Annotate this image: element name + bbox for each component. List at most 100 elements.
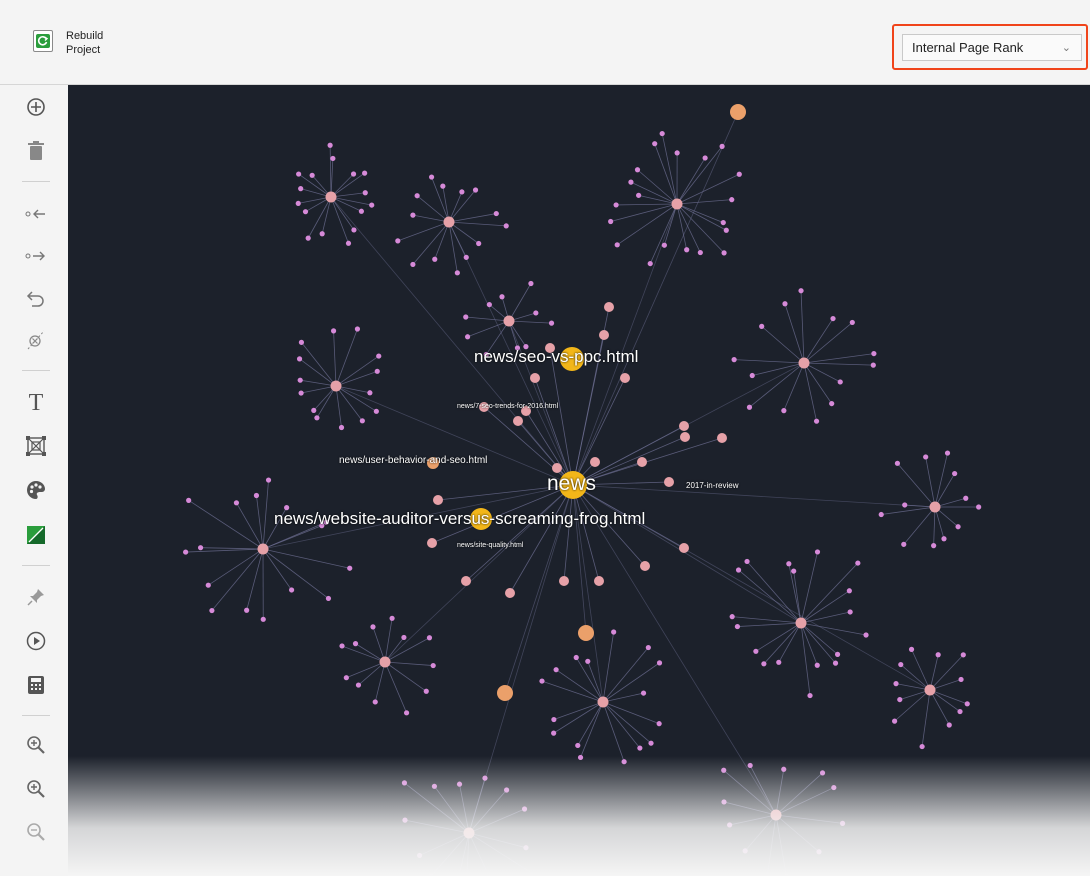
leaf-node[interactable] [749, 372, 755, 379]
leaf-node[interactable] [295, 200, 301, 207]
leaf-node[interactable] [376, 353, 382, 359]
leaf-node[interactable] [476, 240, 482, 247]
leaf-node[interactable] [839, 820, 846, 826]
leaf-node[interactable] [330, 328, 337, 334]
node-label-website-auditor[interactable]: news/website-auditor-versus-screaming-fr… [274, 509, 645, 529]
leaf-node[interactable] [613, 202, 619, 208]
leaf-node[interactable] [721, 799, 727, 805]
page-node[interactable] [594, 576, 604, 586]
leaf-node[interactable] [819, 770, 826, 776]
leaf-node[interactable] [523, 845, 529, 851]
page-node-orange[interactable] [497, 685, 513, 701]
leaf-node[interactable] [830, 315, 836, 322]
leaf-node[interactable] [401, 780, 408, 786]
leaf-node[interactable] [410, 212, 416, 218]
zoom-out-icon[interactable] [22, 818, 50, 846]
page-node[interactable] [680, 432, 690, 442]
leaf-node[interactable] [482, 775, 488, 781]
leaf-node[interactable] [946, 722, 952, 728]
leaf-node[interactable] [608, 218, 614, 225]
play-icon[interactable] [22, 627, 50, 655]
leaf-node[interactable] [697, 249, 703, 256]
leaf-node[interactable] [533, 310, 539, 316]
leaf-node[interactable] [351, 227, 357, 233]
leaf-node[interactable] [957, 708, 963, 715]
leaf-node[interactable] [296, 171, 302, 177]
page-node[interactable] [513, 416, 523, 426]
leaf-node[interactable] [355, 682, 362, 688]
leaf-node[interactable] [892, 718, 898, 724]
leaf-node[interactable] [786, 561, 792, 567]
undo-icon[interactable] [22, 284, 50, 312]
hub-node[interactable] [330, 380, 342, 392]
leaf-node[interactable] [548, 320, 555, 326]
leaf-node[interactable] [846, 588, 852, 594]
leaf-node[interactable] [296, 356, 303, 362]
hub-node[interactable] [257, 543, 269, 555]
leaf-node[interactable] [463, 314, 469, 320]
leaf-node[interactable] [893, 681, 899, 687]
leaf-node[interactable] [416, 852, 423, 859]
page-node[interactable] [604, 302, 614, 312]
leaf-node[interactable] [325, 595, 332, 602]
leaf-node[interactable] [923, 454, 929, 460]
leaf-node[interactable] [456, 781, 463, 787]
page-node[interactable] [599, 330, 609, 340]
leaf-node[interactable] [343, 675, 349, 681]
leaf-node[interactable] [791, 568, 797, 574]
leaf-node[interactable] [464, 334, 471, 340]
leaf-node[interactable] [656, 721, 662, 727]
leaf-node[interactable] [426, 635, 433, 641]
leaf-node[interactable] [731, 357, 737, 363]
leaf-node[interactable] [656, 660, 663, 666]
leaf-node[interactable] [870, 362, 876, 368]
leaf-node[interactable] [863, 632, 869, 638]
leaf-node[interactable] [645, 644, 651, 651]
leaf-node[interactable] [781, 766, 787, 772]
leaf-node[interactable] [761, 661, 767, 667]
leaf-node[interactable] [894, 460, 901, 466]
hub-node[interactable] [924, 684, 936, 696]
leaf-node[interactable] [813, 418, 820, 424]
leaf-node[interactable] [720, 219, 726, 226]
leaf-node[interactable] [814, 662, 820, 668]
hub-node[interactable] [798, 357, 810, 369]
leaf-node[interactable] [634, 167, 641, 173]
leaf-node[interactable] [952, 470, 958, 477]
page-node[interactable] [433, 495, 443, 505]
hub-node[interactable] [597, 696, 609, 708]
page-node-orange[interactable] [730, 104, 746, 120]
leaf-node[interactable] [849, 319, 855, 326]
leaf-node[interactable] [871, 350, 877, 357]
leaf-node[interactable] [297, 377, 303, 383]
leaf-node[interactable] [305, 235, 311, 241]
site-structure-graph[interactable]: news/seo-vs-ppc.html news/7-seo-trends-f… [68, 85, 1090, 876]
leaf-node[interactable] [798, 288, 804, 294]
leaf-node[interactable] [373, 408, 379, 414]
leaf-node[interactable] [897, 696, 903, 703]
leaf-node[interactable] [955, 524, 961, 530]
leaf-node[interactable] [302, 209, 309, 215]
leaf-node[interactable] [503, 223, 509, 229]
leaf-node[interactable] [744, 558, 750, 565]
leaf-node[interactable] [440, 183, 446, 189]
leaf-node[interactable] [528, 280, 534, 287]
leaf-node[interactable] [197, 545, 204, 551]
leaf-node[interactable] [553, 667, 559, 673]
leaf-node[interactable] [410, 261, 416, 268]
leaf-node[interactable] [330, 155, 336, 162]
leaf-node[interactable] [747, 762, 753, 769]
rebuild-project-button[interactable]: Rebuild Project [33, 30, 103, 57]
leaf-node[interactable] [362, 170, 368, 176]
trash-icon[interactable] [22, 137, 50, 165]
leaf-node[interactable] [551, 716, 557, 723]
leaf-node[interactable] [735, 567, 742, 573]
page-node[interactable] [559, 576, 569, 586]
leaf-node[interactable] [575, 742, 581, 749]
leaf-node[interactable] [776, 659, 782, 665]
node-label-seo-trends[interactable]: news/7-seo-trends-for-2016.html [457, 403, 558, 410]
links-out-icon[interactable] [22, 242, 50, 270]
page-node[interactable] [505, 588, 515, 598]
page-node[interactable] [590, 457, 600, 467]
leaf-node[interactable] [367, 390, 373, 396]
